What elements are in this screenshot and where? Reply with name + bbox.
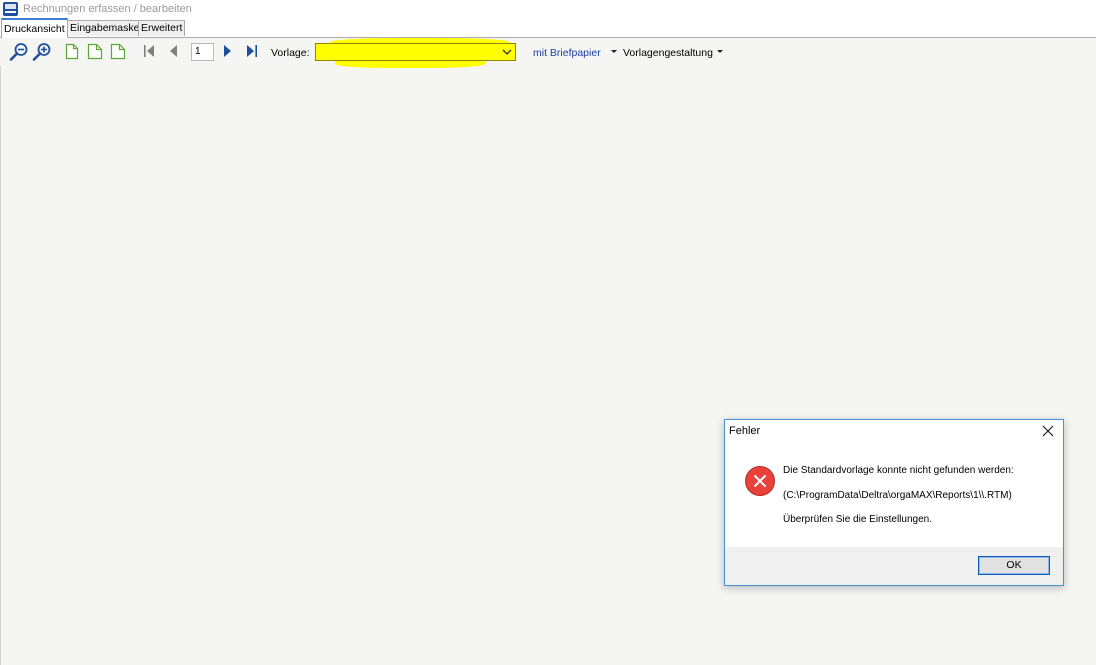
dialog-footer: OK <box>725 547 1063 585</box>
vorlage-label: Vorlage: <box>271 47 310 59</box>
zoom-out-icon[interactable] <box>9 42 29 62</box>
vorlagengestaltung-menu[interactable]: Vorlagengestaltung <box>623 47 713 59</box>
tab-strip: Druckansicht Eingabemaske Erweitert <box>0 17 1096 38</box>
error-icon <box>745 466 775 496</box>
window-title: Rechnungen erfassen / bearbeiten <box>23 2 192 15</box>
title-bar: Rechnungen erfassen / bearbeiten <box>0 0 1096 17</box>
error-path-line: (C:\ProgramData\Deltra\orgaMAX\Reports\1… <box>783 490 1012 501</box>
dropdown-arrow-icon[interactable] <box>611 50 617 53</box>
whole-page-icon[interactable] <box>110 43 126 60</box>
single-page-icon[interactable] <box>65 43 79 60</box>
page-width-icon[interactable] <box>87 43 103 60</box>
next-page-icon[interactable] <box>223 44 233 58</box>
previous-page-icon[interactable] <box>168 44 178 58</box>
briefpapier-link[interactable]: mit Briefpapier <box>533 47 601 59</box>
zoom-in-icon[interactable] <box>32 42 52 62</box>
close-icon[interactable] <box>1041 424 1055 438</box>
dropdown-arrow-icon[interactable] <box>717 50 723 53</box>
ok-button[interactable]: OK <box>978 556 1050 575</box>
preview-toolbar: 1 Vorlage: mit Briefpapier Vorlagengesta… <box>0 38 1096 68</box>
error-message-line: Die Standardvorlage konnte nicht gefunde… <box>783 465 1014 476</box>
last-page-icon[interactable] <box>246 44 258 58</box>
tab-eingabemaske[interactable]: Eingabemaske <box>67 20 143 36</box>
orgamax-logo-icon <box>3 1 18 16</box>
tab-erweitert[interactable]: Erweitert <box>138 20 186 36</box>
preview-area-border <box>0 66 1 665</box>
page-number-field[interactable]: 1 <box>191 43 214 61</box>
error-hint-line: Überprüfen Sie die Einstellungen. <box>783 514 932 525</box>
tab-druckansicht[interactable]: Druckansicht <box>1 18 68 38</box>
first-page-icon[interactable] <box>143 44 155 58</box>
dialog-title: Fehler <box>729 425 761 437</box>
chevron-down-icon <box>502 47 512 59</box>
error-dialog: Fehler Die Standardvorlage konnte nicht … <box>724 419 1064 586</box>
vorlage-select[interactable] <box>315 43 516 61</box>
